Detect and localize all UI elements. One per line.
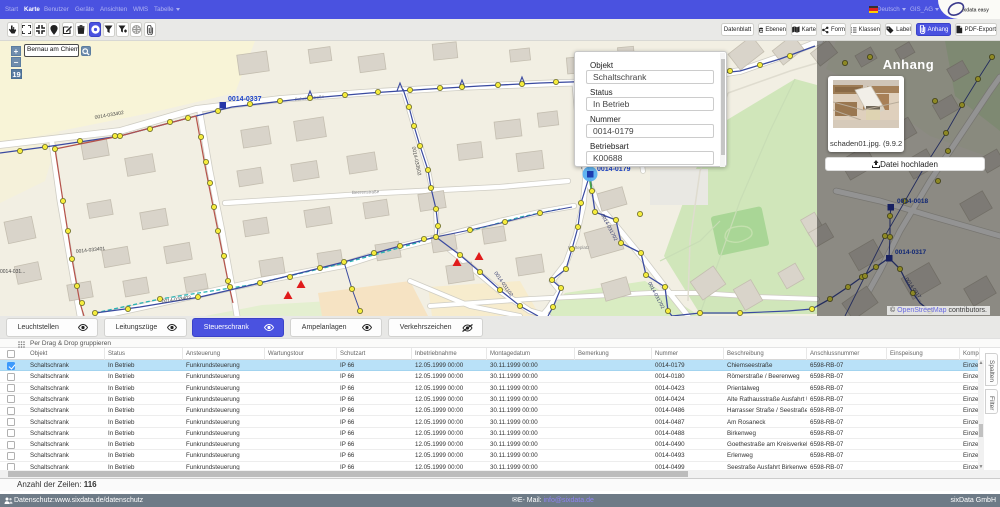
svg-text:Beerenstraße: Beerenstraße	[352, 189, 380, 195]
svg-text:ixdata easy: ixdata easy	[962, 8, 989, 14]
svg-text:0014-031...: 0014-031...	[0, 269, 25, 275]
svg-text:0014-0179: 0014-0179	[597, 166, 631, 173]
svg-text:0014-0337: 0014-0337	[228, 96, 262, 103]
